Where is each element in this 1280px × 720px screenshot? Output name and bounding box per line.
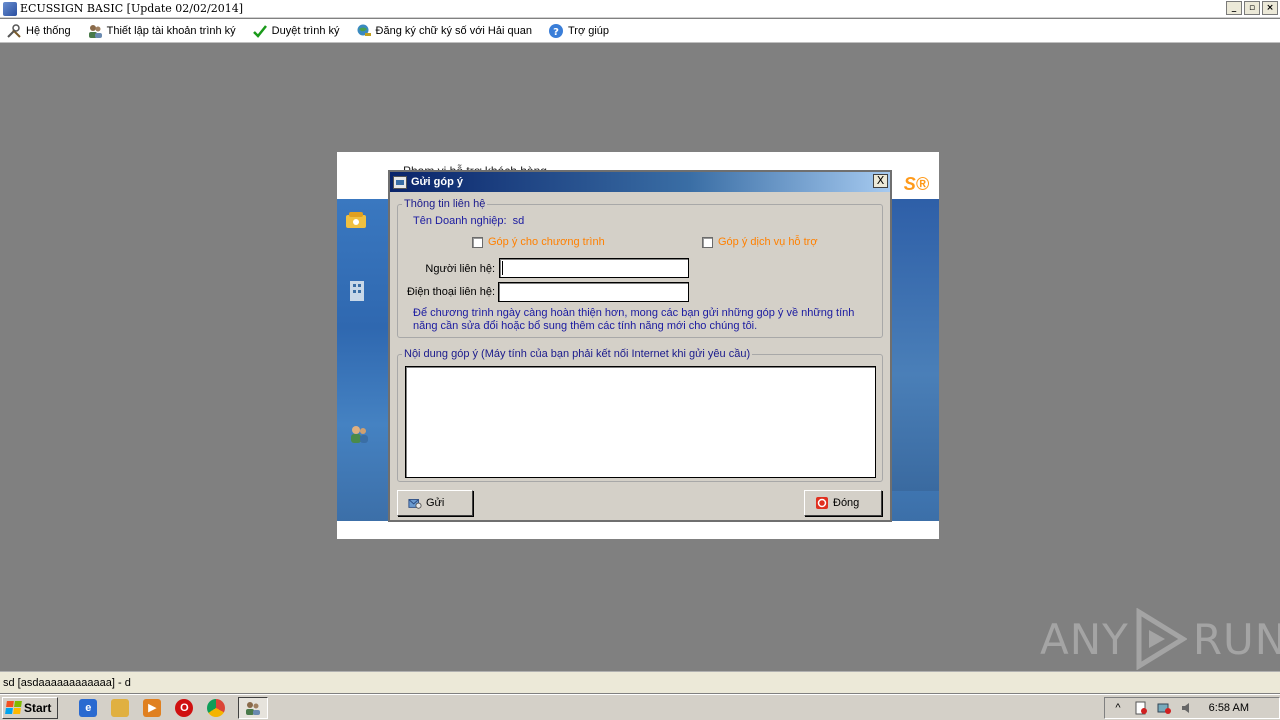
quick-launch: e ▶ O bbox=[72, 698, 232, 717]
menu-register-signature-label: Đăng ký chữ ký số với Hải quan bbox=[375, 24, 532, 37]
dialog-title-bar: Gửi góp ý bbox=[390, 172, 890, 192]
dialog-icon bbox=[393, 175, 407, 189]
phone-icon bbox=[346, 212, 366, 228]
app-icon bbox=[3, 1, 17, 16]
taskbar-app-ecussign[interactable] bbox=[238, 696, 269, 719]
users-icon bbox=[246, 701, 261, 715]
volume-icon[interactable] bbox=[1180, 701, 1194, 715]
tools-icon bbox=[6, 23, 22, 39]
contact-phone-label: Điện thoại liên hệ: bbox=[406, 286, 495, 298]
menu-bar: Hệ thống Thiết lập tài khoản trình ký Du… bbox=[0, 19, 1280, 43]
network-icon[interactable] bbox=[1157, 701, 1171, 715]
clock[interactable]: 6:58 AM bbox=[1209, 702, 1249, 714]
media-player-icon[interactable]: ▶ bbox=[143, 698, 162, 717]
users-icon bbox=[87, 23, 103, 39]
start-button[interactable]: Start bbox=[2, 696, 59, 719]
feedback-service-label: Góp ý dịch vụ hỗ trợ bbox=[718, 236, 818, 248]
watermark-left: ANY bbox=[1040, 614, 1129, 664]
contact-person-label: Người liên hệ: bbox=[425, 263, 495, 275]
menu-help-label: Trợ giúp bbox=[567, 24, 610, 37]
restore-button[interactable]: ▫ bbox=[1244, 1, 1260, 15]
menu-help[interactable]: ? Trợ giúp bbox=[548, 23, 609, 39]
dialog-title: Gửi góp ý bbox=[411, 176, 463, 188]
menu-approve-label: Duyệt trình ký bbox=[271, 24, 340, 37]
help-icon: ? bbox=[548, 23, 564, 39]
feedback-program-label: Góp ý cho chương trình bbox=[488, 236, 605, 248]
chrome-icon[interactable] bbox=[207, 698, 226, 717]
checkbox-box[interactable] bbox=[472, 236, 483, 248]
close-button[interactable]: Đóng bbox=[804, 490, 882, 516]
text-caret bbox=[502, 261, 503, 275]
stop-icon bbox=[815, 496, 829, 510]
feedback-content-textarea[interactable] bbox=[405, 366, 876, 478]
status-bar: sd [asdaaaaaaaaaaaa] - d bbox=[0, 671, 1280, 693]
start-label: Start bbox=[24, 700, 52, 715]
play-logo-icon bbox=[1136, 608, 1187, 670]
contact-info-legend: Thông tin liên hệ bbox=[404, 198, 486, 210]
menu-register-signature[interactable]: Đăng ký chữ ký số với Hải quan bbox=[356, 23, 532, 39]
menu-account-setup-label: Thiết lập tài khoản trình ký bbox=[106, 24, 236, 37]
send-button-label: Gửi bbox=[426, 497, 445, 509]
windows-logo-icon bbox=[5, 701, 22, 714]
background-image-panel bbox=[889, 199, 939, 491]
people-icon bbox=[351, 426, 368, 443]
menu-account-setup[interactable]: Thiết lập tài khoản trình ký bbox=[87, 23, 236, 39]
close-button-label: Đóng bbox=[833, 497, 860, 509]
app-title: ECUSSIGN BASIC [Update 02/02/2014] bbox=[20, 2, 243, 15]
building-icon bbox=[350, 281, 364, 301]
action-center-icon[interactable] bbox=[1134, 701, 1148, 715]
checkbox-box[interactable] bbox=[702, 236, 713, 248]
close-window-button[interactable]: × bbox=[1262, 1, 1278, 15]
checkmark-icon bbox=[252, 23, 268, 39]
background-logo: S® bbox=[903, 174, 929, 194]
window-controls: _ ▫ × bbox=[1226, 1, 1278, 15]
opera-icon[interactable]: O bbox=[175, 698, 194, 717]
feedback-program-checkbox[interactable]: Góp ý cho chương trình bbox=[472, 236, 605, 248]
menu-approve[interactable]: Duyệt trình ký bbox=[252, 23, 340, 39]
contact-phone-input[interactable] bbox=[498, 282, 689, 302]
dialog-close-button[interactable]: X bbox=[873, 174, 888, 188]
system-tray: ^ 6:58 AM bbox=[1104, 697, 1280, 719]
feedback-service-checkbox[interactable]: Góp ý dịch vụ hỗ trợ bbox=[702, 236, 818, 248]
company-value: sd bbox=[512, 215, 525, 227]
company-label: Tên Doanh nghiệp: bbox=[413, 215, 507, 227]
company-row: Tên Doanh nghiệp: sd bbox=[413, 215, 524, 227]
globe-key-icon bbox=[356, 23, 372, 39]
status-text: sd [asdaaaaaaaaaaaa] - d bbox=[3, 676, 131, 689]
minimize-button[interactable]: _ bbox=[1226, 1, 1242, 15]
internet-explorer-icon[interactable]: e bbox=[79, 698, 98, 717]
send-button[interactable]: Gửi bbox=[397, 490, 473, 516]
folder-icon[interactable] bbox=[111, 698, 130, 717]
show-hidden-icons-icon[interactable]: ^ bbox=[1111, 701, 1125, 715]
watermark: ANY RUN bbox=[1040, 608, 1280, 670]
watermark-right: RUN bbox=[1192, 614, 1280, 664]
feedback-note: Để chương trình ngày càng hoàn thiện hơn… bbox=[413, 307, 855, 332]
menu-system-label: Hệ thống bbox=[26, 24, 71, 37]
app-title-bar: ECUSSIGN BASIC [Update 02/02/2014] _ ▫ × bbox=[0, 0, 1280, 18]
menu-system[interactable]: Hệ thống bbox=[6, 23, 71, 39]
feedback-content-legend: Nội dung góp ý (Máy tính của bạn phải kế… bbox=[404, 348, 751, 360]
send-icon bbox=[408, 496, 422, 510]
svg-text:?: ? bbox=[553, 27, 559, 38]
feedback-dialog: Gửi góp ý X Thông tin liên hệ Tên Doanh … bbox=[388, 170, 892, 522]
contact-person-input[interactable] bbox=[499, 258, 689, 278]
taskbar: Start e ▶ O ^ 6:58 AM bbox=[0, 694, 1280, 720]
